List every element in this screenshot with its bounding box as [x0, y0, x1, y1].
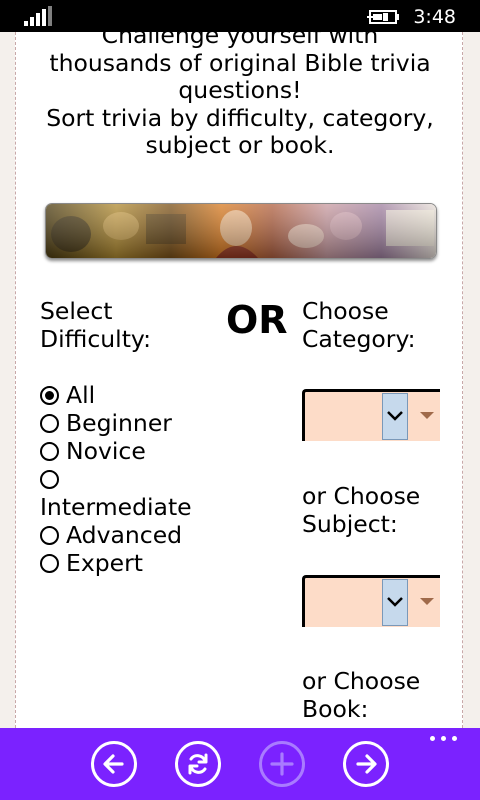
- radio-beginner[interactable]: Beginner: [40, 409, 172, 437]
- radio-advanced[interactable]: Advanced: [40, 521, 182, 549]
- back-button[interactable]: [91, 741, 137, 787]
- subject-dropdown-button[interactable]: [382, 579, 408, 626]
- subject-select[interactable]: [302, 575, 440, 627]
- or-label: OR: [226, 298, 288, 342]
- radio-expert[interactable]: Expert: [40, 549, 143, 577]
- subject-label-line1: or Choose: [302, 482, 421, 510]
- bible-art-banner: [45, 203, 437, 259]
- forward-button[interactable]: [343, 741, 389, 787]
- dropdown-triangle-icon: [420, 598, 434, 605]
- category-label-line1: Choose: [302, 297, 389, 325]
- forward-arrow-icon: [356, 754, 377, 774]
- radio-unselected-icon[interactable]: [40, 442, 59, 461]
- radio-intermediate[interactable]: [40, 465, 66, 493]
- radio-unselected-icon[interactable]: [40, 526, 59, 545]
- intro-text: Challenge yourself with thousands of ori…: [16, 32, 462, 160]
- radio-intermediate-label[interactable]: Intermediate: [40, 493, 192, 521]
- chevron-down-icon: [387, 411, 403, 421]
- radio-novice[interactable]: Novice: [40, 437, 146, 465]
- category-dropdown-button[interactable]: [382, 393, 408, 440]
- intro-line: subject or book.: [145, 131, 335, 159]
- clock: 3:48: [413, 6, 456, 28]
- radio-label: Advanced: [66, 521, 183, 549]
- radio-label: All: [66, 381, 96, 409]
- radio-label: Expert: [66, 549, 144, 577]
- radio-label: Intermediate: [40, 493, 192, 521]
- radio-all[interactable]: All: [40, 381, 95, 409]
- radio-unselected-icon[interactable]: [40, 414, 59, 433]
- book-label-line2: Book:: [302, 695, 369, 723]
- chevron-down-icon: [387, 597, 403, 607]
- status-bar: 3:48: [0, 0, 480, 32]
- intro-line: Challenge yourself with: [101, 32, 379, 49]
- signal-strength-icon: [24, 6, 54, 26]
- difficulty-label-line2: Difficulty:: [40, 325, 152, 353]
- trivia-options-page: Challenge yourself with thousands of ori…: [15, 32, 463, 728]
- intro-line: Sort trivia by difficulty, category,: [46, 103, 434, 132]
- refresh-button[interactable]: [175, 741, 221, 787]
- dropdown-triangle-icon: [420, 412, 434, 419]
- radio-selected-icon[interactable]: [40, 386, 59, 405]
- radio-unselected-icon[interactable]: [40, 470, 59, 489]
- difficulty-label-line1: Select: [40, 297, 113, 325]
- add-icon: [270, 752, 294, 776]
- book-label-line1: or Choose: [302, 667, 421, 695]
- app-bar: [0, 728, 480, 800]
- category-label-line2: Category:: [302, 325, 416, 353]
- category-select[interactable]: [302, 389, 440, 441]
- more-dots-icon[interactable]: [430, 736, 458, 742]
- subject-label-line2: Subject:: [302, 510, 398, 538]
- intro-line: thousands of original Bible trivia: [49, 48, 431, 77]
- back-arrow-icon: [103, 754, 124, 774]
- battery-charging-icon: [367, 10, 399, 24]
- radio-label: Beginner: [66, 409, 172, 437]
- add-button[interactable]: [259, 741, 305, 787]
- radio-label: Novice: [66, 437, 146, 465]
- refresh-icon: [188, 753, 208, 775]
- radio-unselected-icon[interactable]: [40, 554, 59, 573]
- intro-line: questions!: [178, 76, 302, 104]
